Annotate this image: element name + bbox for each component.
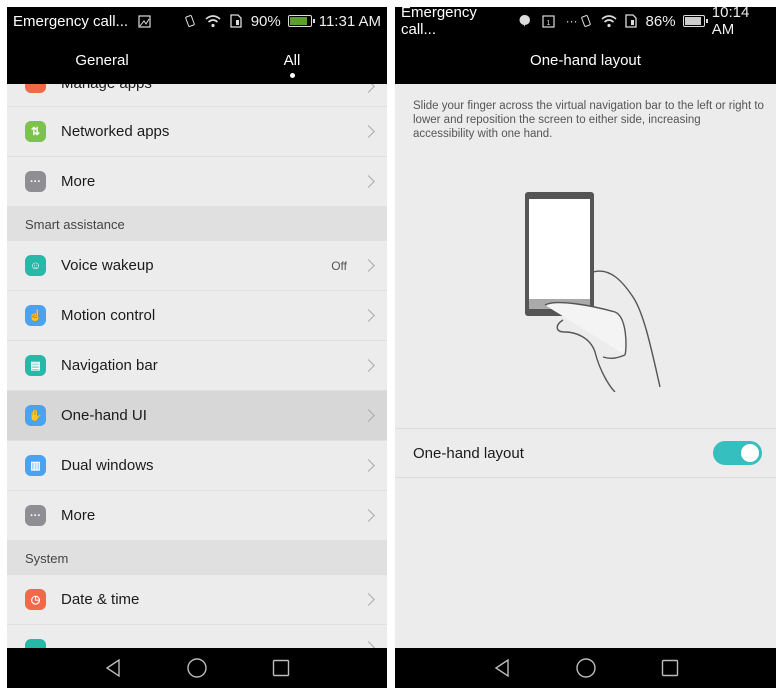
settings-screen: Emergency call... 90% 11:31 AM General A… [7,7,387,688]
list-item-navigation-bar[interactable]: ▤ Navigation bar [7,341,387,391]
toggle-knob [741,444,759,462]
sim-icon [624,13,639,29]
status-bar: Emergency call... 90% 11:31 AM [7,7,387,35]
chevron-right-icon [362,309,375,322]
image-icon [136,13,152,29]
toggle-label: One-hand layout [413,444,524,462]
list-item-manage-apps[interactable]: Manage apps [7,84,387,107]
chevron-right-icon [362,259,375,272]
chevron-right-icon [362,84,375,93]
more-icon: ··· [25,171,46,192]
navigation-bar [7,648,387,688]
svg-text:1: 1 [546,20,550,27]
tab-bar: General All [7,35,387,84]
section-header-smart-assistance: Smart assistance [7,207,387,241]
one-hand-layout-screen: Emergency call... 1 ··· 86% 10:14 AM One… [395,7,776,688]
clock-icon: ◷ [25,589,46,610]
recents-icon[interactable] [659,657,681,679]
page-title: One-hand layout [530,52,641,69]
list-item-dual-windows[interactable]: ▥ Dual windows [7,441,387,491]
section-header-system: System [7,541,387,575]
one-hand-illustration [515,187,665,393]
carrier-text: Emergency call... [401,7,477,38]
back-icon[interactable] [102,657,124,679]
one-hand-layout-toggle[interactable] [713,441,762,465]
list-item-networked-apps[interactable]: ⇅ Networked apps [7,107,387,157]
chevron-right-icon [362,459,375,472]
manage-apps-icon [25,84,46,93]
carrier-text: Emergency call... [13,12,129,30]
navigation-bar-icon: ▤ [25,355,46,376]
status-bar: Emergency call... 1 ··· 86% 10:14 AM [395,7,776,38]
title-bar: One-hand layout [395,35,776,84]
hangouts-icon [518,13,533,29]
list-item-more-smart[interactable]: ··· More [7,491,387,541]
feature-description: Slide your finger across the virtual nav… [413,100,764,140]
voice-wakeup-status: Off [331,258,347,273]
wifi-icon [205,13,221,29]
list-item-more[interactable]: ··· More [7,157,387,207]
chevron-right-icon [362,509,375,522]
sim-icon [228,13,244,29]
recents-icon[interactable] [270,657,292,679]
battery-icon [682,15,708,27]
networked-apps-icon: ⇅ [25,121,46,142]
chevron-right-icon [362,359,375,372]
clock-time: 10:14 AM [711,7,750,38]
list-item-date-time[interactable]: ◷ Date & time [7,575,387,625]
list-item-voice-wakeup[interactable]: ☺ Voice wakeup Off [7,241,387,291]
list-item-one-hand-ui[interactable]: ✋ One-hand UI [7,391,387,441]
active-tab-indicator [289,73,295,78]
vibrate-icon [579,13,594,29]
chevron-right-icon [362,125,375,138]
battery-percent: 86% [645,12,676,30]
chevron-right-icon [362,175,375,188]
wifi-icon [601,13,617,29]
battery-percent: 90% [250,12,281,30]
tab-general[interactable]: General [7,35,197,84]
list-item-motion-control[interactable]: ☝ Motion control [7,291,387,341]
clock-time: 11:31 AM [318,12,381,30]
chevron-right-icon [362,409,375,422]
more-notifications-icon: ··· [565,14,578,28]
calendar-icon: 1 [541,13,556,29]
chevron-right-icon [362,593,375,606]
motion-control-icon: ☝ [25,305,46,326]
voice-wakeup-icon: ☺ [25,255,46,276]
home-icon[interactable] [186,657,208,679]
one-hand-ui-icon: ✋ [25,405,46,426]
home-icon[interactable] [575,657,597,679]
dual-windows-icon: ▥ [25,455,46,476]
vibrate-icon [182,13,198,29]
battery-charging-icon [287,15,315,27]
back-icon[interactable] [491,657,513,679]
tab-all[interactable]: All [197,35,387,84]
navigation-bar [395,648,776,688]
more-icon: ··· [25,505,46,526]
one-hand-layout-setting: One-hand layout [395,428,776,478]
settings-list: Manage apps ⇅ Networked apps ··· More Sm… [7,84,387,675]
